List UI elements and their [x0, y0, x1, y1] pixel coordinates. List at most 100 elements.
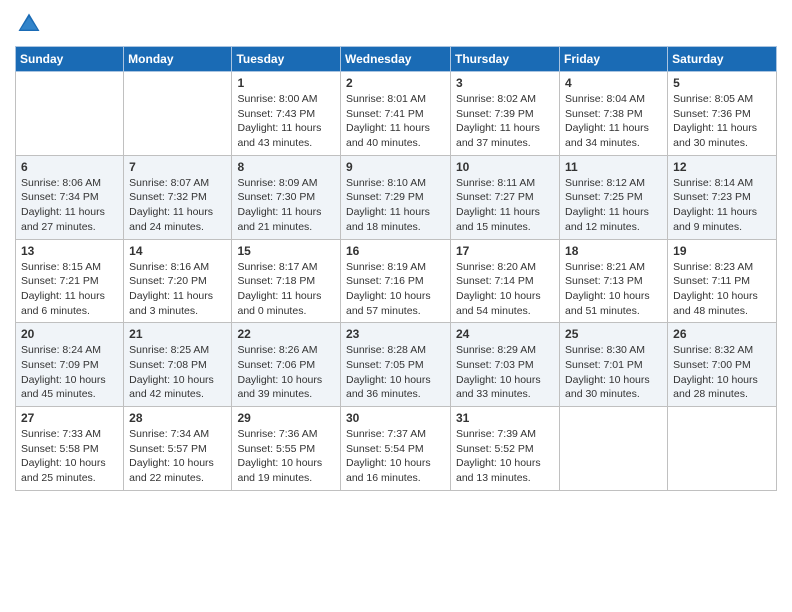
- day-number: 12: [673, 160, 771, 174]
- day-info: Sunrise: 8:17 AM Sunset: 7:18 PM Dayligh…: [237, 260, 335, 319]
- day-info: Sunrise: 8:11 AM Sunset: 7:27 PM Dayligh…: [456, 176, 554, 235]
- day-number: 2: [346, 76, 445, 90]
- day-info: Sunrise: 8:25 AM Sunset: 7:08 PM Dayligh…: [129, 343, 226, 402]
- calendar-cell: 29 Sunrise: 7:36 AM Sunset: 5:55 PM Dayli…: [232, 407, 341, 491]
- day-info: Sunrise: 8:06 AM Sunset: 7:34 PM Dayligh…: [21, 176, 118, 235]
- day-number: 18: [565, 244, 662, 258]
- day-info: Sunrise: 8:10 AM Sunset: 7:29 PM Dayligh…: [346, 176, 445, 235]
- calendar-cell: 25 Sunrise: 8:30 AM Sunset: 7:01 PM Dayli…: [560, 323, 668, 407]
- day-number: 25: [565, 327, 662, 341]
- weekday-header-saturday: Saturday: [668, 47, 777, 72]
- calendar-cell: 26Sunrise: 8:32 AM Sunset: 7:00 PM Dayli…: [668, 323, 777, 407]
- calendar-cell: 18 Sunrise: 8:21 AM Sunset: 7:13 PM Dayli…: [560, 239, 668, 323]
- day-info: Sunrise: 8:12 AM Sunset: 7:25 PM Dayligh…: [565, 176, 662, 235]
- calendar-cell: 9 Sunrise: 8:10 AM Sunset: 7:29 PM Daylig…: [341, 155, 451, 239]
- calendar-cell: 4 Sunrise: 8:04 AM Sunset: 7:38 PM Daylig…: [560, 72, 668, 156]
- calendar-cell: [124, 72, 232, 156]
- day-info: Sunrise: 8:29 AM Sunset: 7:03 PM Dayligh…: [456, 343, 554, 402]
- day-info: Sunrise: 8:20 AM Sunset: 7:14 PM Dayligh…: [456, 260, 554, 319]
- day-number: 28: [129, 411, 226, 425]
- day-number: 10: [456, 160, 554, 174]
- day-number: 14: [129, 244, 226, 258]
- day-info: Sunrise: 8:16 AM Sunset: 7:20 PM Dayligh…: [129, 260, 226, 319]
- day-info: Sunrise: 8:26 AM Sunset: 7:06 PM Dayligh…: [237, 343, 335, 402]
- day-number: 30: [346, 411, 445, 425]
- day-info: Sunrise: 8:02 AM Sunset: 7:39 PM Dayligh…: [456, 92, 554, 151]
- calendar-cell: 3Sunrise: 8:02 AM Sunset: 7:39 PM Daylig…: [451, 72, 560, 156]
- day-info: Sunrise: 8:32 AM Sunset: 7:00 PM Dayligh…: [673, 343, 771, 402]
- day-info: Sunrise: 7:36 AM Sunset: 5:55 PM Dayligh…: [237, 427, 335, 486]
- calendar-cell: 30 Sunrise: 7:37 AM Sunset: 5:54 PM Dayli…: [341, 407, 451, 491]
- day-info: Sunrise: 8:21 AM Sunset: 7:13 PM Dayligh…: [565, 260, 662, 319]
- calendar-cell: 15 Sunrise: 8:17 AM Sunset: 7:18 PM Dayli…: [232, 239, 341, 323]
- day-info: Sunrise: 8:23 AM Sunset: 7:11 PM Dayligh…: [673, 260, 771, 319]
- day-number: 13: [21, 244, 118, 258]
- calendar-cell: [560, 407, 668, 491]
- calendar-cell: 28 Sunrise: 7:34 AM Sunset: 5:57 PM Dayli…: [124, 407, 232, 491]
- calendar-cell: 6Sunrise: 8:06 AM Sunset: 7:34 PM Daylig…: [16, 155, 124, 239]
- calendar-cell: 20Sunrise: 8:24 AM Sunset: 7:09 PM Dayli…: [16, 323, 124, 407]
- week-row-1: 1 Sunrise: 8:00 AM Sunset: 7:43 PM Daylig…: [16, 72, 777, 156]
- calendar-cell: 5 Sunrise: 8:05 AM Sunset: 7:36 PM Daylig…: [668, 72, 777, 156]
- day-number: 9: [346, 160, 445, 174]
- calendar-cell: [668, 407, 777, 491]
- weekday-header-tuesday: Tuesday: [232, 47, 341, 72]
- day-number: 17: [456, 244, 554, 258]
- day-info: Sunrise: 8:30 AM Sunset: 7:01 PM Dayligh…: [565, 343, 662, 402]
- calendar-cell: 7 Sunrise: 8:07 AM Sunset: 7:32 PM Daylig…: [124, 155, 232, 239]
- weekday-header-thursday: Thursday: [451, 47, 560, 72]
- day-info: Sunrise: 8:28 AM Sunset: 7:05 PM Dayligh…: [346, 343, 445, 402]
- calendar-cell: 8Sunrise: 8:09 AM Sunset: 7:30 PM Daylig…: [232, 155, 341, 239]
- header: [15, 10, 777, 38]
- week-row-4: 20Sunrise: 8:24 AM Sunset: 7:09 PM Dayli…: [16, 323, 777, 407]
- day-number: 4: [565, 76, 662, 90]
- day-info: Sunrise: 7:33 AM Sunset: 5:58 PM Dayligh…: [21, 427, 118, 486]
- day-info: Sunrise: 8:09 AM Sunset: 7:30 PM Dayligh…: [237, 176, 335, 235]
- weekday-header-row: SundayMondayTuesdayWednesdayThursdayFrid…: [16, 47, 777, 72]
- calendar-cell: 11 Sunrise: 8:12 AM Sunset: 7:25 PM Dayli…: [560, 155, 668, 239]
- page: SundayMondayTuesdayWednesdayThursdayFrid…: [0, 0, 792, 612]
- calendar-cell: 12 Sunrise: 8:14 AM Sunset: 7:23 PM Dayli…: [668, 155, 777, 239]
- weekday-header-wednesday: Wednesday: [341, 47, 451, 72]
- day-info: Sunrise: 8:01 AM Sunset: 7:41 PM Dayligh…: [346, 92, 445, 151]
- calendar-cell: 2 Sunrise: 8:01 AM Sunset: 7:41 PM Daylig…: [341, 72, 451, 156]
- day-number: 11: [565, 160, 662, 174]
- day-number: 16: [346, 244, 445, 258]
- day-number: 23: [346, 327, 445, 341]
- calendar-cell: 21Sunrise: 8:25 AM Sunset: 7:08 PM Dayli…: [124, 323, 232, 407]
- day-info: Sunrise: 8:19 AM Sunset: 7:16 PM Dayligh…: [346, 260, 445, 319]
- day-number: 15: [237, 244, 335, 258]
- day-number: 5: [673, 76, 771, 90]
- day-number: 29: [237, 411, 335, 425]
- calendar-cell: 17 Sunrise: 8:20 AM Sunset: 7:14 PM Dayli…: [451, 239, 560, 323]
- calendar-cell: 24 Sunrise: 8:29 AM Sunset: 7:03 PM Dayli…: [451, 323, 560, 407]
- day-info: Sunrise: 8:24 AM Sunset: 7:09 PM Dayligh…: [21, 343, 118, 402]
- day-info: Sunrise: 8:14 AM Sunset: 7:23 PM Dayligh…: [673, 176, 771, 235]
- calendar-cell: 31Sunrise: 7:39 AM Sunset: 5:52 PM Dayli…: [451, 407, 560, 491]
- day-info: Sunrise: 7:39 AM Sunset: 5:52 PM Dayligh…: [456, 427, 554, 486]
- calendar-cell: 16 Sunrise: 8:19 AM Sunset: 7:16 PM Dayli…: [341, 239, 451, 323]
- day-number: 1: [237, 76, 335, 90]
- day-number: 7: [129, 160, 226, 174]
- week-row-3: 13 Sunrise: 8:15 AM Sunset: 7:21 PM Dayli…: [16, 239, 777, 323]
- weekday-header-friday: Friday: [560, 47, 668, 72]
- calendar-cell: 14 Sunrise: 8:16 AM Sunset: 7:20 PM Dayli…: [124, 239, 232, 323]
- day-info: Sunrise: 8:00 AM Sunset: 7:43 PM Dayligh…: [237, 92, 335, 151]
- day-info: Sunrise: 8:04 AM Sunset: 7:38 PM Dayligh…: [565, 92, 662, 151]
- calendar-cell: 1 Sunrise: 8:00 AM Sunset: 7:43 PM Daylig…: [232, 72, 341, 156]
- day-number: 22: [237, 327, 335, 341]
- day-info: Sunrise: 7:37 AM Sunset: 5:54 PM Dayligh…: [346, 427, 445, 486]
- day-info: Sunrise: 8:15 AM Sunset: 7:21 PM Dayligh…: [21, 260, 118, 319]
- day-number: 27: [21, 411, 118, 425]
- day-info: Sunrise: 8:05 AM Sunset: 7:36 PM Dayligh…: [673, 92, 771, 151]
- calendar-cell: 13 Sunrise: 8:15 AM Sunset: 7:21 PM Dayli…: [16, 239, 124, 323]
- calendar-cell: 23 Sunrise: 8:28 AM Sunset: 7:05 PM Dayli…: [341, 323, 451, 407]
- week-row-2: 6Sunrise: 8:06 AM Sunset: 7:34 PM Daylig…: [16, 155, 777, 239]
- day-info: Sunrise: 7:34 AM Sunset: 5:57 PM Dayligh…: [129, 427, 226, 486]
- week-row-5: 27 Sunrise: 7:33 AM Sunset: 5:58 PM Dayli…: [16, 407, 777, 491]
- logo: [15, 10, 47, 38]
- logo-icon: [15, 10, 43, 38]
- calendar-cell: [16, 72, 124, 156]
- day-number: 24: [456, 327, 554, 341]
- day-info: Sunrise: 8:07 AM Sunset: 7:32 PM Dayligh…: [129, 176, 226, 235]
